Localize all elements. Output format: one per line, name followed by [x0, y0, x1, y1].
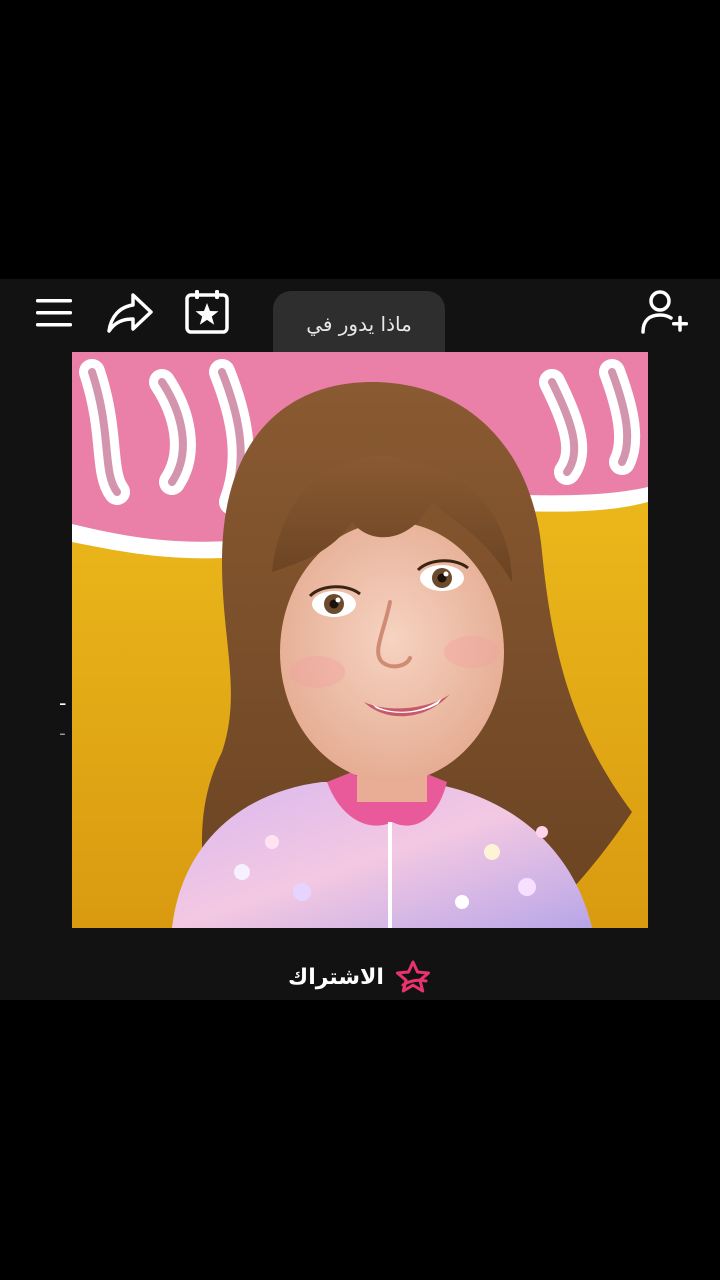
subscribe-label: الاشتراك [288, 964, 384, 990]
screen: ماذا يدور في ـ ـ الاشتراك [0, 0, 720, 1280]
share-button[interactable] [104, 289, 156, 337]
add-user-button[interactable] [636, 287, 694, 339]
add-user-icon [641, 290, 688, 334]
pink-star-icon [395, 960, 430, 993]
subscribe-button[interactable]: الاشتراك [0, 955, 720, 999]
bottom-letterbox [0, 1000, 720, 1280]
video-thumbnail[interactable] [72, 352, 648, 928]
calendar-star-icon [185, 290, 229, 334]
child-portrait-image [72, 352, 648, 928]
menu-button[interactable] [30, 291, 78, 335]
app-panel: ماذا يدور في ـ ـ الاشتراك [0, 279, 720, 1000]
share-arrow-icon [107, 293, 153, 333]
top-letterbox [0, 0, 720, 279]
calendar-button[interactable] [180, 287, 234, 337]
hamburger-menu-icon [36, 299, 72, 327]
tooltip-text: ماذا يدور في [306, 312, 412, 336]
